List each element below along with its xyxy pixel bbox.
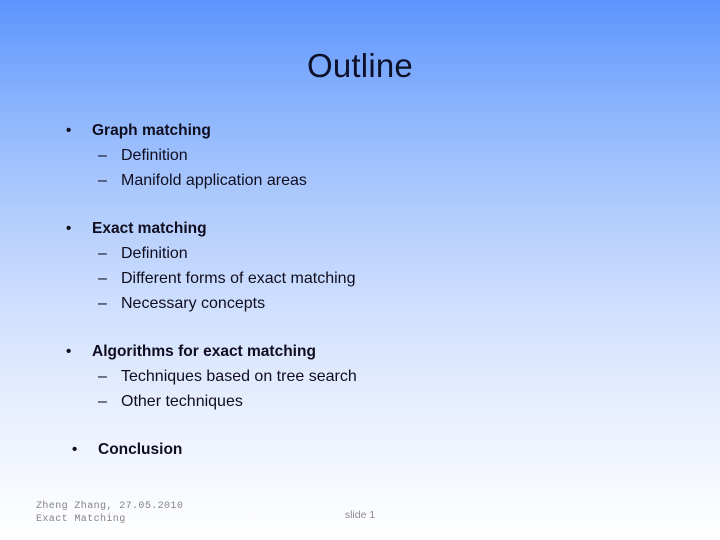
outline-level2-item[interactable]: – Other techniques bbox=[0, 389, 470, 414]
outline-level2-item[interactable]: – Definition bbox=[0, 241, 470, 266]
outline-level1-label: Graph matching bbox=[92, 122, 211, 139]
bullet-dash-icon: – bbox=[98, 393, 107, 410]
outline-level1-item[interactable]: • Graph matching bbox=[0, 118, 470, 143]
outline-level2-item[interactable]: – Techniques based on tree search bbox=[0, 364, 470, 389]
outline-level1-label: Exact matching bbox=[92, 220, 207, 237]
bullet-dash-icon: – bbox=[98, 147, 107, 164]
outline-group: • Exact matching – Definition – Differen… bbox=[0, 216, 470, 316]
bullet-dot-icon: • bbox=[66, 343, 72, 360]
outline-level2-item[interactable]: – Definition bbox=[0, 143, 470, 168]
outline-level1-item[interactable]: • Algorithms for exact matching bbox=[0, 339, 470, 364]
slide-canvas: Outline • Graph matching – Definition – … bbox=[0, 0, 720, 540]
bullet-dot-icon: • bbox=[72, 441, 78, 458]
outline-level2-item[interactable]: – Manifold application areas bbox=[0, 168, 470, 193]
outline-group: • Graph matching – Definition – Manifold… bbox=[0, 118, 470, 193]
outline-level2-label: Manifold application areas bbox=[121, 172, 307, 189]
bullet-dash-icon: – bbox=[98, 245, 107, 262]
bullet-dash-icon: – bbox=[98, 172, 107, 189]
outline-level1-label: Algorithms for exact matching bbox=[92, 343, 316, 360]
outline-level2-label: Other techniques bbox=[121, 393, 243, 410]
outline-level2-label: Different forms of exact matching bbox=[121, 270, 356, 287]
outline-level1-item[interactable]: • Conclusion bbox=[0, 437, 470, 462]
bullet-dot-icon: • bbox=[66, 220, 72, 237]
bullet-dash-icon: – bbox=[98, 368, 107, 385]
outline-level2-label: Definition bbox=[121, 245, 188, 262]
outline-level2-item[interactable]: – Different forms of exact matching bbox=[0, 266, 470, 291]
outline-level2-label: Techniques based on tree search bbox=[121, 368, 357, 385]
slide-number: slide 1 bbox=[344, 509, 376, 521]
bullet-dash-icon: – bbox=[98, 270, 107, 287]
outline-level2-label: Necessary concepts bbox=[121, 295, 266, 312]
bullet-dash-icon: – bbox=[98, 295, 107, 312]
outline-level2-item[interactable]: – Necessary concepts bbox=[0, 291, 470, 316]
outline-group: • Algorithms for exact matching – Techni… bbox=[0, 339, 470, 414]
outline-group: • Conclusion bbox=[0, 437, 470, 462]
outline-list: • Graph matching – Definition – Manifold… bbox=[0, 118, 470, 462]
outline-level1-item[interactable]: • Exact matching bbox=[0, 216, 470, 241]
outline-level2-label: Definition bbox=[121, 147, 188, 164]
bullet-dot-icon: • bbox=[66, 122, 72, 139]
page-title: Outline bbox=[307, 47, 413, 84]
outline-level1-label: Conclusion bbox=[98, 441, 183, 458]
